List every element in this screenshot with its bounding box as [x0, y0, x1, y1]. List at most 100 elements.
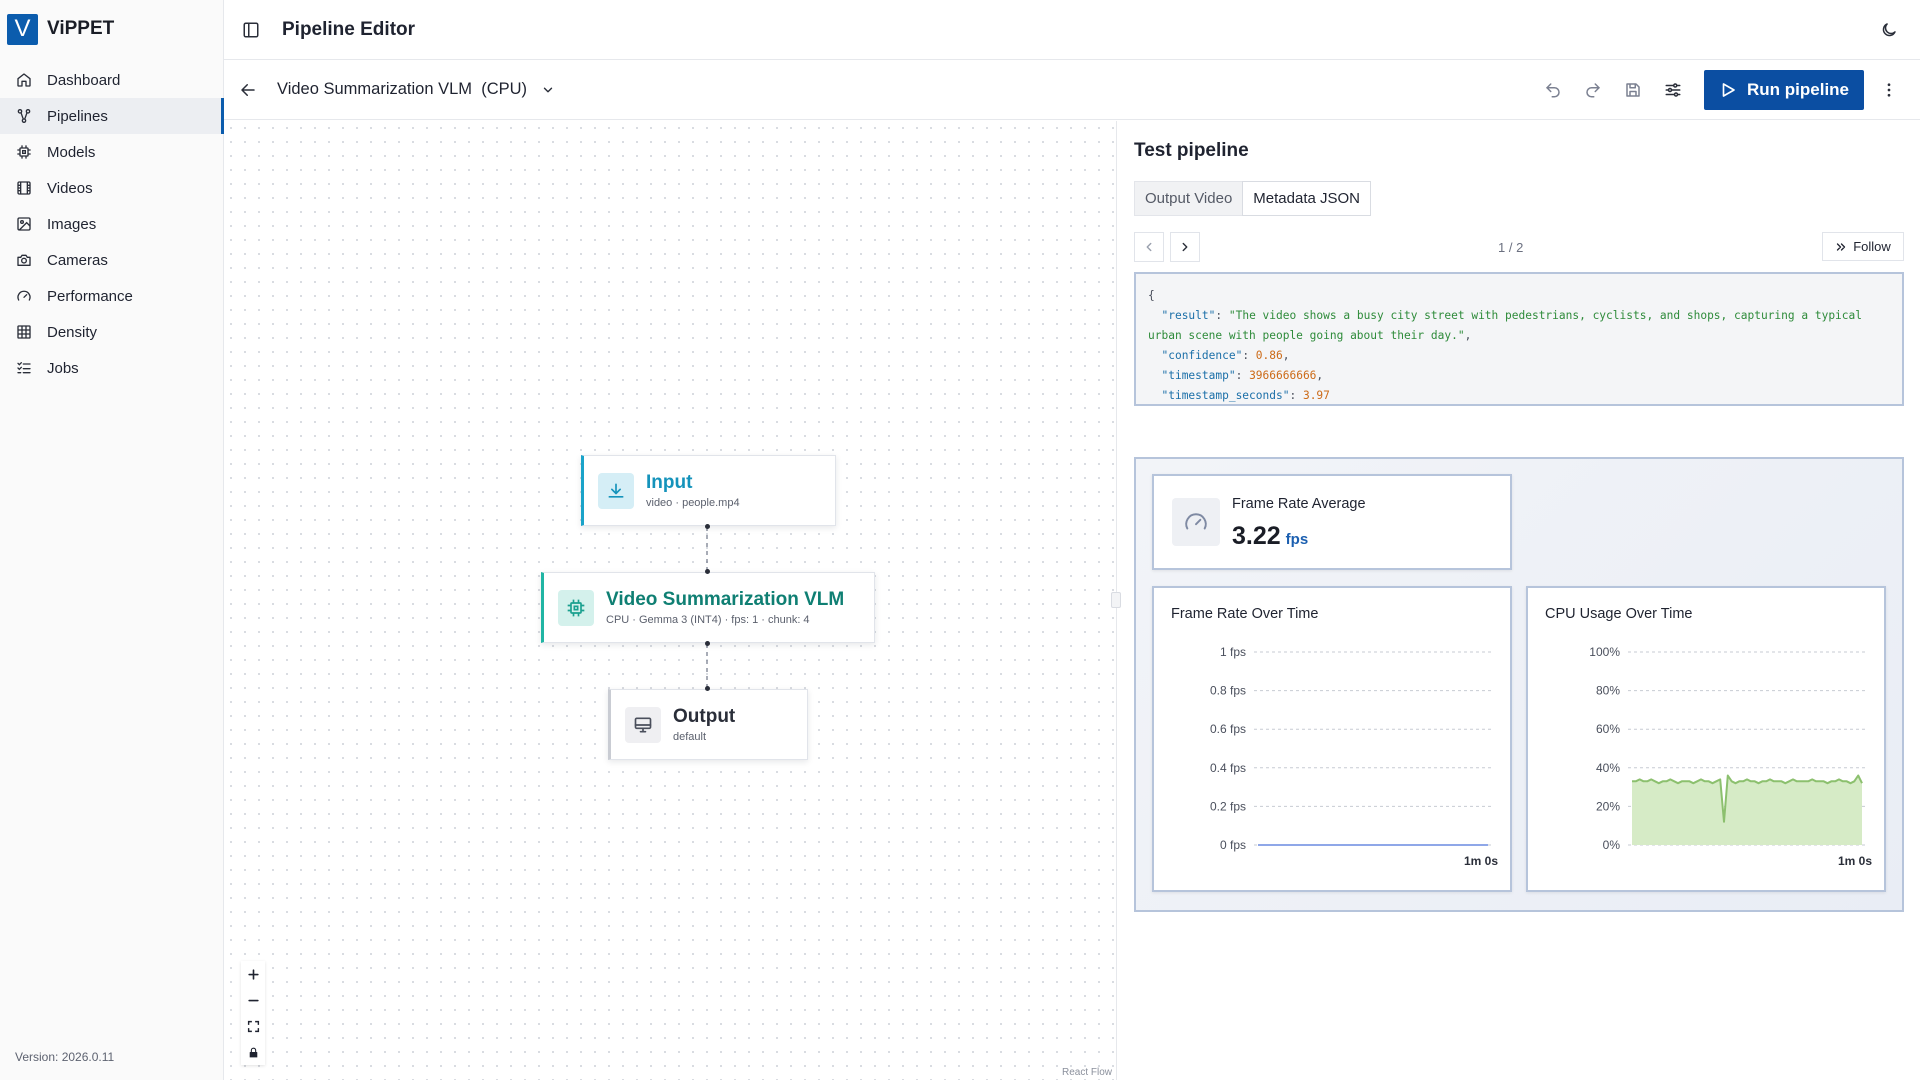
- next-page-button[interactable]: [1170, 232, 1200, 262]
- sidebar-item-label: Cameras: [47, 251, 108, 269]
- cpu-usage-chart: 0% 20% 40% 60% 80% 100% 1m 0s: [1589, 645, 1872, 868]
- sidebar-item-label: Pipelines: [47, 107, 108, 125]
- node-title: Output: [673, 706, 736, 727]
- settings-sliders-icon[interactable]: [1664, 81, 1682, 99]
- json-open-brace: {: [1148, 289, 1155, 302]
- more-vertical-icon[interactable]: [1880, 81, 1898, 99]
- sidebar-item-dashboard[interactable]: Dashboard: [0, 62, 223, 98]
- json-key: "confidence": [1161, 349, 1243, 362]
- brand[interactable]: V ViPPET: [0, 0, 223, 58]
- sidebar-item-videos[interactable]: Videos: [0, 170, 223, 206]
- sidebar-item-models[interactable]: Models: [0, 134, 223, 170]
- camera-icon: [17, 254, 31, 266]
- monitor-icon: [625, 706, 661, 743]
- sidebar-toggle-icon[interactable]: [242, 21, 260, 39]
- node-video-summarization-vlm[interactable]: Video Summarization VLM CPU · Gemma 3 (I…: [541, 572, 875, 643]
- back-arrow-icon[interactable]: [239, 81, 257, 99]
- chevron-down-icon[interactable]: [541, 83, 555, 97]
- node-title: Input: [646, 472, 693, 493]
- sidebar-item-performance[interactable]: Performance: [0, 278, 223, 314]
- metadata-json-viewer[interactable]: { "result": "The video shows a busy city…: [1134, 272, 1904, 406]
- tab-output-video[interactable]: Output Video: [1135, 182, 1242, 215]
- sidebar-item-images[interactable]: Images: [0, 206, 223, 242]
- x-tick-label: 1m 0s: [1838, 854, 1872, 868]
- sidebar-item-label: Jobs: [47, 359, 79, 377]
- page-counter: 1 / 2: [1498, 240, 1524, 255]
- json-timestamp-seconds-line: "timestamp_seconds": 3.97: [1161, 389, 1330, 402]
- json-string-value: "The video shows a busy city street with…: [1148, 309, 1862, 342]
- react-flow-attribution[interactable]: React Flow: [1062, 1067, 1112, 1078]
- sidebar-item-cameras[interactable]: Cameras: [0, 242, 223, 278]
- y-tick-label: 0%: [1603, 838, 1621, 852]
- sidebar-item-pipelines[interactable]: Pipelines: [0, 98, 224, 134]
- gauge-icon: [1172, 498, 1220, 546]
- fit-view-button[interactable]: [241, 1013, 265, 1039]
- sidebar-item-label: Density: [47, 323, 98, 341]
- plus-icon: [247, 968, 259, 980]
- page-title: Pipeline Editor: [282, 18, 416, 40]
- chevrons-right-icon: [1837, 242, 1846, 251]
- zoom-out-button[interactable]: [241, 987, 265, 1013]
- editor-actions: Run pipeline: [1522, 60, 1920, 120]
- y-tick-label: 60%: [1596, 722, 1620, 736]
- frame-rate-average-value: 3.22: [1232, 522, 1281, 550]
- y-tick-label: 0 fps: [1220, 838, 1246, 852]
- node-subtitle: CPU · Gemma 3 (INT4) · fps: 1 · chunk: 4: [606, 614, 810, 626]
- test-tabs: Output Video Metadata JSON: [1134, 181, 1372, 216]
- film-icon: [17, 181, 31, 195]
- prev-page-button[interactable]: [1134, 232, 1164, 262]
- y-tick-label: 0.6 fps: [1210, 722, 1246, 736]
- sidebar-item-jobs[interactable]: Jobs: [0, 350, 223, 386]
- pipeline-canvas[interactable]: Input video · people.mp4 Video Summariza…: [224, 121, 1121, 1080]
- sidebar-nav: Dashboard Pipelines Models Videos Images…: [0, 62, 224, 386]
- sidebar-item-label: Dashboard: [47, 71, 121, 89]
- sidebar-item-density[interactable]: Density: [0, 314, 223, 350]
- y-tick-label: 0.4 fps: [1210, 761, 1246, 775]
- pipeline-toolbar: Video Summarization VLM (CPU) Run pipeli…: [224, 60, 1920, 120]
- json-number-value: 3966666666: [1249, 369, 1317, 382]
- y-tick-label: 0.8 fps: [1210, 684, 1246, 698]
- redo-icon[interactable]: [1584, 81, 1602, 99]
- lock-button[interactable]: [241, 1039, 265, 1065]
- follow-button[interactable]: Follow: [1822, 232, 1904, 261]
- node-input-handle[interactable]: [705, 524, 710, 529]
- tab-metadata-json[interactable]: Metadata JSON: [1242, 181, 1372, 216]
- frame-rate-average-value-row: 3.22 fps: [1232, 522, 1308, 551]
- sidebar-item-label: Models: [47, 143, 96, 161]
- home-icon: [17, 73, 31, 87]
- gauge-icon: [17, 290, 31, 301]
- frame-rate-average-card: Frame Rate Average 3.22 fps: [1152, 474, 1512, 570]
- run-pipeline-button[interactable]: Run pipeline: [1704, 70, 1864, 110]
- minus-icon: [247, 999, 259, 1001]
- download-icon: [598, 472, 634, 509]
- node-output[interactable]: Output default: [608, 689, 808, 760]
- pipelines-icon: [17, 109, 31, 123]
- app-version: Version: 2026.0.11: [15, 1050, 115, 1064]
- node-vlm-handle-bottom[interactable]: [705, 641, 710, 646]
- frame-rate-average-label: Frame Rate Average: [1232, 496, 1366, 512]
- moon-icon[interactable]: [1880, 21, 1898, 39]
- chart-title: CPU Usage Over Time: [1545, 606, 1693, 622]
- node-output-handle[interactable]: [705, 686, 710, 691]
- node-input[interactable]: Input video · people.mp4: [581, 455, 836, 526]
- zoom-in-button[interactable]: [241, 961, 265, 987]
- image-icon: [17, 217, 31, 231]
- list-checks-icon: [17, 362, 31, 374]
- node-vlm-handle-top[interactable]: [705, 569, 710, 574]
- top-bar: Pipeline Editor: [224, 0, 1920, 60]
- save-icon[interactable]: [1624, 81, 1642, 99]
- run-pipeline-label: Run pipeline: [1747, 80, 1849, 99]
- frame-rate-chart-card: 0 fps 0.2 fps 0.4 fps 0.6 fps 0.8 fps 1 fps 1m…: [1152, 586, 1512, 892]
- pipeline-name[interactable]: Video Summarization VLM (CPU): [277, 80, 527, 99]
- sidebar: V ViPPET Dashboard Pipelines Models Vide…: [0, 0, 224, 1080]
- node-subtitle: video · people.mp4: [646, 497, 740, 509]
- fit-view-icon: [247, 1020, 259, 1032]
- json-key: "timestamp_seconds": [1161, 389, 1290, 402]
- y-tick-label: 1 fps: [1220, 645, 1246, 659]
- json-key: "result": [1161, 309, 1216, 322]
- y-tick-label: 40%: [1596, 761, 1620, 775]
- grid-icon: [17, 325, 31, 339]
- node-subtitle: default: [673, 731, 707, 743]
- sidebar-item-label: Performance: [47, 287, 133, 305]
- undo-icon[interactable]: [1544, 81, 1562, 99]
